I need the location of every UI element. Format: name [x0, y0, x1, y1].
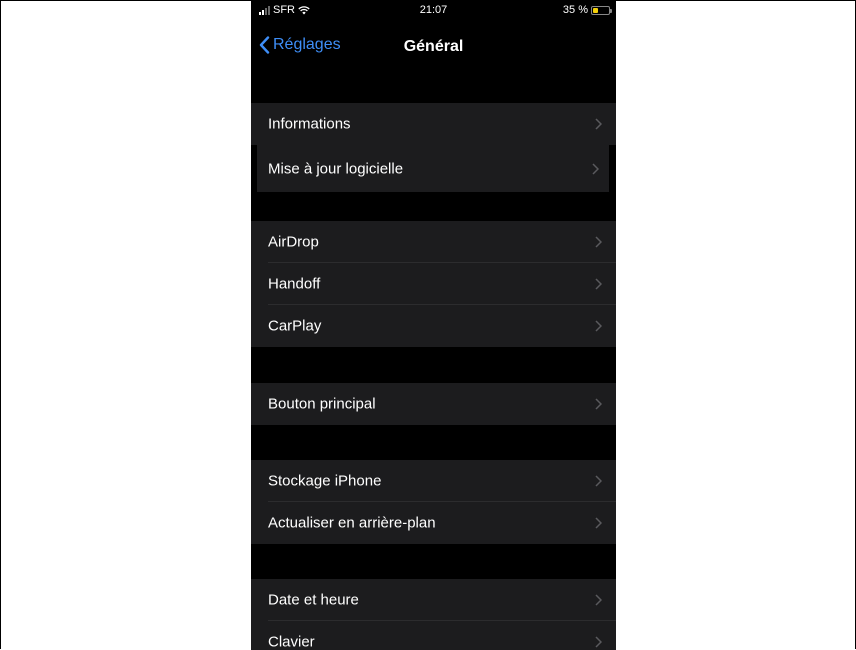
status-right: 35 %	[562, 4, 612, 16]
battery-percent: 35 %	[562, 4, 588, 16]
list-item-label: Bouton principal	[268, 395, 376, 413]
phone-screen: SFR 21:07 35 % Réglages Général Informat…	[251, 0, 616, 650]
chevron-right-icon	[592, 162, 599, 175]
list-item-label: Clavier	[268, 633, 315, 650]
list-item-handoff[interactable]: Handoff	[251, 263, 616, 305]
chevron-right-icon	[595, 398, 602, 410]
list-item-stockage-iphone[interactable]: Stockage iPhone	[251, 460, 616, 502]
list-item-clavier[interactable]: Clavier	[251, 621, 616, 650]
list-item-bouton-principal[interactable]: Bouton principal	[251, 383, 616, 425]
list-item-carplay[interactable]: CarPlay	[251, 305, 616, 347]
list-item-mise-a-jour-logicielle[interactable]: Mise à jour logicielle	[257, 145, 609, 192]
list-item-label: AirDrop	[268, 233, 319, 251]
list-item-actualiser-arriere-plan[interactable]: Actualiser en arrière-plan	[251, 502, 616, 544]
list-item-label: Actualiser en arrière-plan	[268, 514, 436, 532]
chevron-right-icon	[595, 236, 602, 248]
list-item-date-et-heure[interactable]: Date et heure	[251, 579, 616, 621]
list-item-label: Mise à jour logicielle	[268, 160, 404, 177]
battery-fill	[593, 7, 599, 13]
chevron-right-icon	[595, 278, 602, 290]
list-item-label: Date et heure	[268, 591, 359, 609]
chevron-right-icon	[595, 636, 602, 648]
status-bar: SFR 21:07 35 %	[251, 0, 616, 22]
list-item-label: Informations	[268, 115, 351, 133]
status-time: 21:07	[419, 4, 448, 16]
chevron-right-icon	[595, 320, 602, 332]
chevron-right-icon	[595, 475, 602, 487]
list-item-label: Handoff	[268, 275, 321, 293]
chevron-right-icon	[595, 517, 602, 529]
nav-bar: Réglages Général	[251, 26, 616, 70]
list-item-label: CarPlay	[268, 317, 322, 335]
list-item-airdrop[interactable]: AirDrop	[251, 221, 616, 263]
list-item-label: Stockage iPhone	[268, 472, 382, 490]
page-title: Général	[403, 38, 464, 55]
list-item-informations[interactable]: Informations	[251, 103, 616, 145]
chevron-right-icon	[595, 594, 602, 606]
battery-icon	[591, 5, 612, 15]
chevron-right-icon	[595, 118, 602, 130]
